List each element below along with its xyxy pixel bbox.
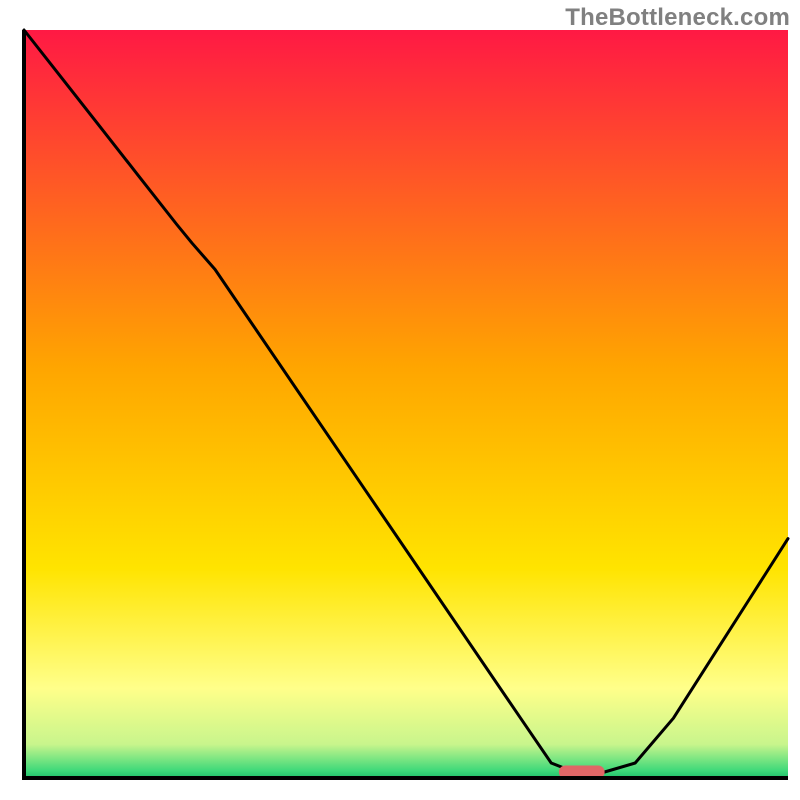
bottleneck-chart <box>0 0 800 800</box>
chart-container: TheBottleneck.com <box>0 0 800 800</box>
watermark-text: TheBottleneck.com <box>565 4 790 32</box>
chart-background <box>24 30 788 778</box>
